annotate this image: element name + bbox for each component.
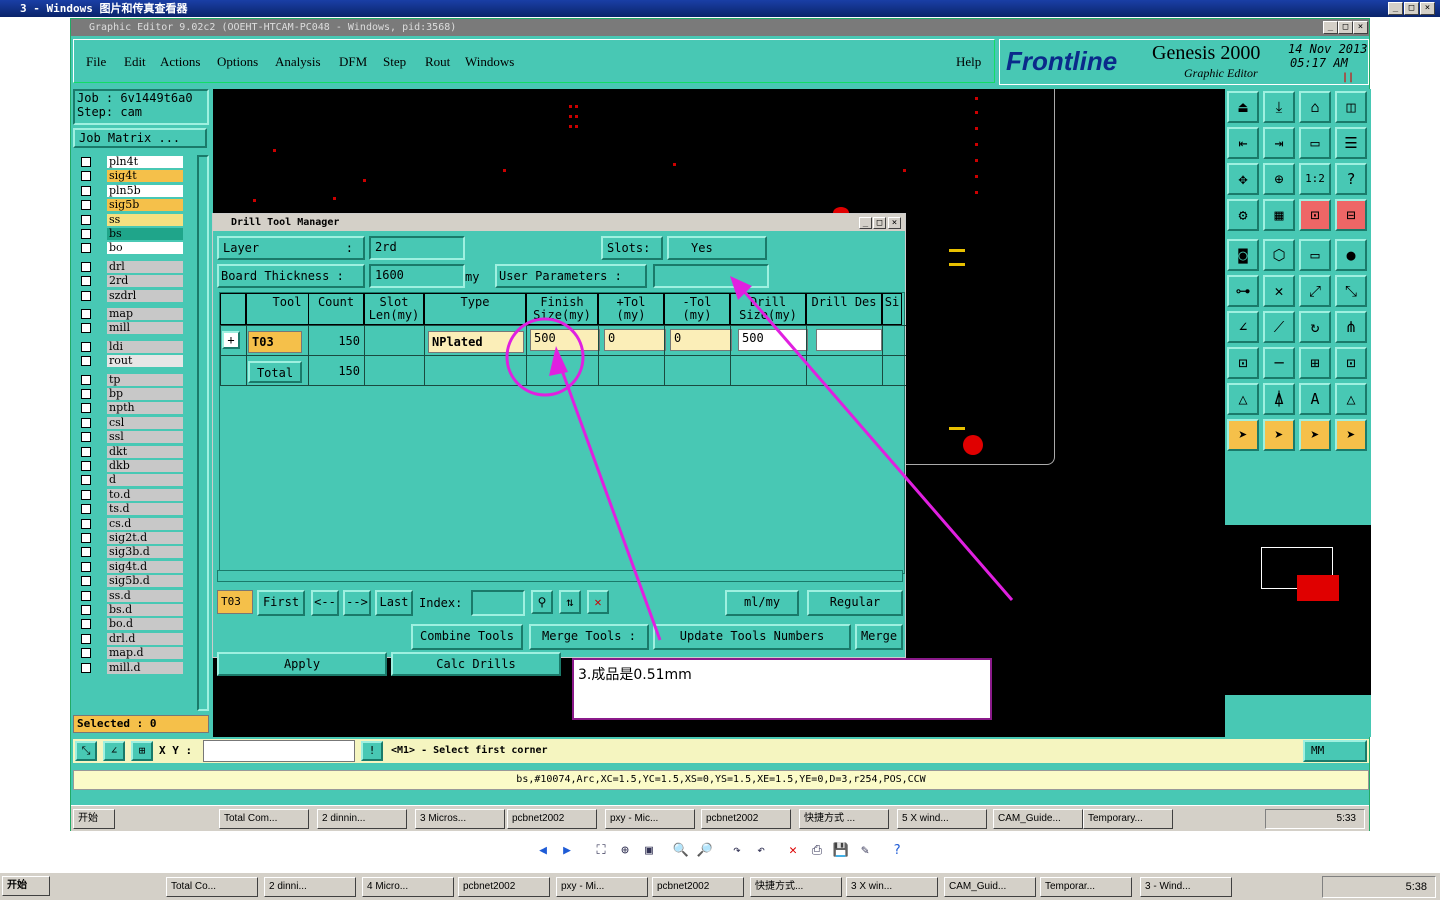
- taskbar-clock: 5:38: [1322, 876, 1436, 898]
- taskbar-item[interactable]: pcbnet2002: [652, 877, 744, 897]
- prev-icon[interactable]: ◀: [534, 842, 552, 860]
- taskbar-item[interactable]: Temporar...: [1040, 877, 1132, 897]
- annotation-note: 3.成品是0.51mm: [572, 658, 992, 720]
- taskbar-item[interactable]: 3 - Wind...: [1140, 877, 1232, 897]
- viewer-toolbar: ◀ ▶ ⛶ ⊕ ▣ 🔍 🔎 ↷ ↶ ✕ ⎙ 💾 ✎?: [530, 840, 910, 864]
- taskbar: 开始 5:38 Total Co... 2 dinni... 4 Micro... p…: [0, 872, 1440, 900]
- print-icon[interactable]: ⎙: [808, 842, 826, 860]
- edit-icon[interactable]: ✎: [856, 842, 874, 860]
- save-icon[interactable]: 💾: [832, 842, 850, 860]
- rotate-cw-icon[interactable]: ↷: [728, 842, 746, 860]
- best-fit-icon[interactable]: ⛶: [592, 842, 610, 860]
- taskbar-item[interactable]: 快捷方式...: [750, 877, 842, 897]
- slideshow-icon[interactable]: ▣: [640, 842, 658, 860]
- taskbar-item[interactable]: pcbnet2002: [458, 877, 550, 897]
- taskbar-item[interactable]: 2 dinni...: [264, 877, 356, 897]
- start-button[interactable]: 开始: [2, 876, 50, 896]
- zoom-in-icon[interactable]: 🔍: [672, 842, 690, 860]
- zoom-out-icon[interactable]: 🔎: [696, 842, 714, 860]
- next-icon[interactable]: ▶: [558, 842, 576, 860]
- annotation-arrow-2: [734, 281, 1014, 601]
- annotation-arrow: [554, 353, 662, 641]
- rotate-ccw-icon[interactable]: ↶: [752, 842, 770, 860]
- actual-size-icon[interactable]: ⊕: [616, 842, 634, 860]
- annotation-overlay: [505, 276, 1014, 641]
- taskbar-item[interactable]: 3 X win...: [846, 877, 938, 897]
- taskbar-item[interactable]: Total Co...: [166, 877, 258, 897]
- help-icon[interactable]: ?: [888, 842, 906, 860]
- taskbar-item[interactable]: pxy - Mi...: [556, 877, 648, 897]
- annotation-circle: [505, 317, 585, 397]
- taskbar-item[interactable]: 4 Micro...: [362, 877, 454, 897]
- arrow-head: [549, 346, 568, 376]
- delete-icon[interactable]: ✕: [784, 842, 802, 860]
- taskbar-item[interactable]: CAM_Guid...: [944, 877, 1036, 897]
